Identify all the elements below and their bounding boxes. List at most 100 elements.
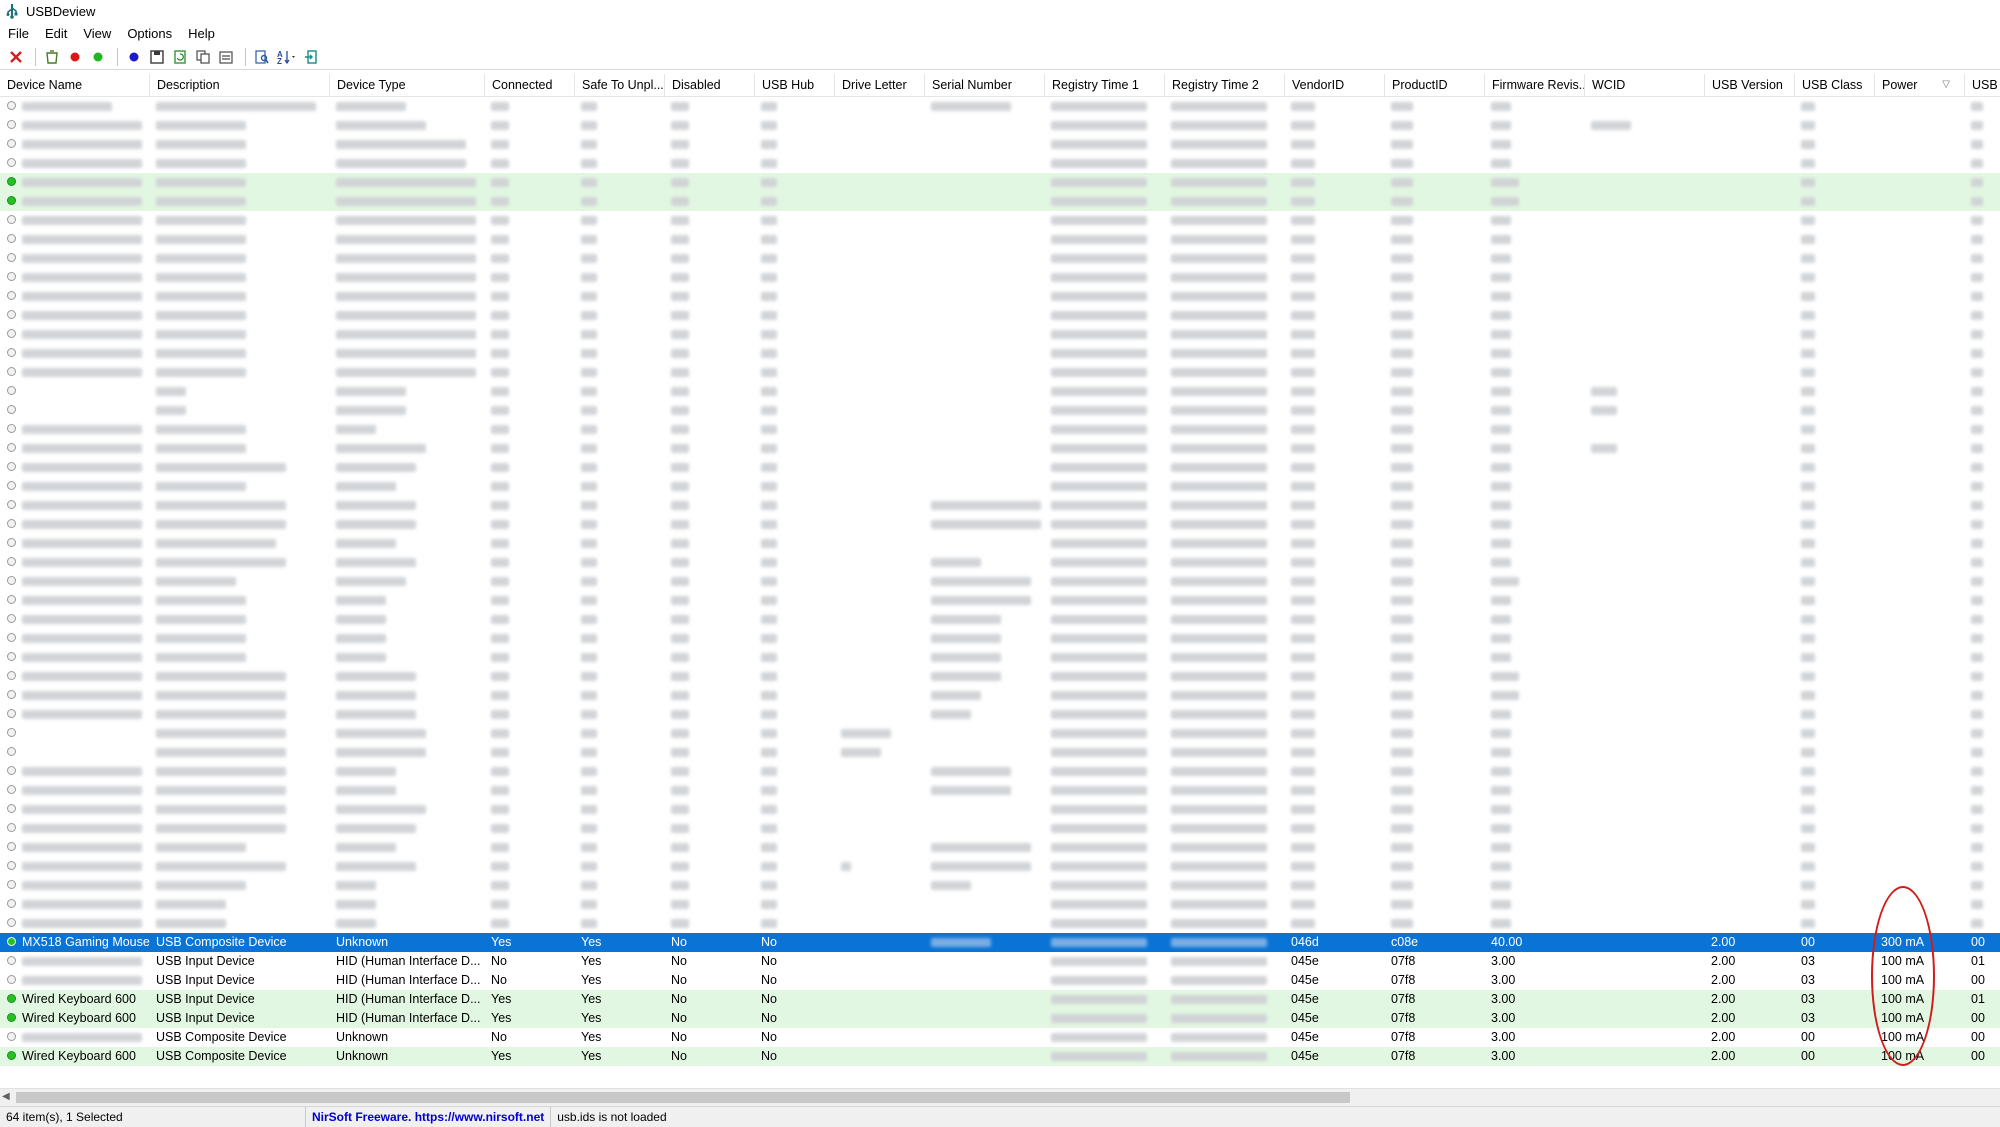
menu-view[interactable]: View bbox=[75, 26, 119, 41]
table-row[interactable] bbox=[0, 420, 2000, 439]
menu-edit[interactable]: Edit bbox=[37, 26, 75, 41]
column-header-15[interactable]: USB Version bbox=[1705, 74, 1795, 96]
column-header-8[interactable]: Serial Number bbox=[925, 74, 1045, 96]
table-row[interactable] bbox=[0, 363, 2000, 382]
table-row[interactable] bbox=[0, 914, 2000, 933]
table-row[interactable] bbox=[0, 192, 2000, 211]
column-header-12[interactable]: ProductID bbox=[1385, 74, 1485, 96]
table-row[interactable] bbox=[0, 591, 2000, 610]
table-cell bbox=[755, 781, 835, 800]
table-row[interactable] bbox=[0, 705, 2000, 724]
table-cell bbox=[1795, 914, 1875, 933]
table-row[interactable] bbox=[0, 306, 2000, 325]
table-row[interactable] bbox=[0, 97, 2000, 116]
table-row[interactable] bbox=[0, 895, 2000, 914]
table-row[interactable] bbox=[0, 439, 2000, 458]
table-row[interactable] bbox=[0, 496, 2000, 515]
column-header-7[interactable]: Drive Letter bbox=[835, 74, 925, 96]
table-row[interactable] bbox=[0, 819, 2000, 838]
device-table[interactable]: Device Name Description Device Type Connect… bbox=[0, 74, 2000, 1088]
table-row[interactable] bbox=[0, 686, 2000, 705]
table-row[interactable] bbox=[0, 743, 2000, 762]
table-row[interactable] bbox=[0, 648, 2000, 667]
exit-button[interactable] bbox=[302, 47, 322, 67]
nirsoft-link[interactable]: NirSoft Freeware. https://www.nirsoft.ne… bbox=[306, 1107, 552, 1127]
column-header-3[interactable]: Connected bbox=[485, 74, 575, 96]
table-row[interactable]: USB Input Device HID (Human Interface D..… bbox=[0, 971, 2000, 990]
table-row[interactable] bbox=[0, 629, 2000, 648]
table-cell bbox=[1385, 667, 1485, 686]
table-cell bbox=[0, 610, 150, 629]
table-row[interactable] bbox=[0, 135, 2000, 154]
table-row[interactable] bbox=[0, 724, 2000, 743]
sort-button[interactable]: AZ bbox=[275, 47, 299, 67]
column-header-13[interactable]: Firmware Revis... bbox=[1485, 74, 1585, 96]
menu-help[interactable]: Help bbox=[180, 26, 223, 41]
table-row[interactable] bbox=[0, 477, 2000, 496]
table-cell bbox=[1705, 591, 1795, 610]
table-row[interactable]: MX518 Gaming Mouse USB Composite Device Un… bbox=[0, 933, 2000, 952]
table-row[interactable] bbox=[0, 572, 2000, 591]
horizontal-scrollbar[interactable]: ◀ bbox=[0, 1088, 2000, 1106]
disable-button[interactable] bbox=[65, 47, 85, 67]
table-row[interactable] bbox=[0, 268, 2000, 287]
enable-button[interactable] bbox=[88, 47, 108, 67]
table-row[interactable] bbox=[0, 154, 2000, 173]
table-row[interactable] bbox=[0, 382, 2000, 401]
table-row[interactable] bbox=[0, 116, 2000, 135]
column-header-2[interactable]: Device Type bbox=[330, 74, 485, 96]
table-row[interactable]: USB Composite Device Unknown No Yes No No 045e… bbox=[0, 1028, 2000, 1047]
menu-file[interactable]: File bbox=[0, 26, 37, 41]
disconnect-button[interactable] bbox=[6, 47, 26, 67]
refresh-button[interactable] bbox=[170, 47, 190, 67]
table-row[interactable] bbox=[0, 211, 2000, 230]
save-button[interactable] bbox=[147, 47, 167, 67]
column-header-4[interactable]: Safe To Unpl... bbox=[575, 74, 665, 96]
table-row[interactable] bbox=[0, 401, 2000, 420]
scroll-left-arrow-icon[interactable]: ◀ bbox=[2, 1091, 14, 1103]
column-header-6[interactable]: USB Hub bbox=[755, 74, 835, 96]
column-header-11[interactable]: VendorID bbox=[1285, 74, 1385, 96]
menu-options[interactable]: Options bbox=[119, 26, 180, 41]
table-row[interactable] bbox=[0, 857, 2000, 876]
column-header-1[interactable]: Description bbox=[150, 74, 330, 96]
uninstall-button[interactable] bbox=[42, 47, 62, 67]
table-row[interactable] bbox=[0, 249, 2000, 268]
column-header-5[interactable]: Disabled bbox=[665, 74, 755, 96]
table-row[interactable] bbox=[0, 838, 2000, 857]
table-row[interactable]: USB Input Device HID (Human Interface D..… bbox=[0, 952, 2000, 971]
column-header-14[interactable]: WCID bbox=[1585, 74, 1705, 96]
table-row[interactable] bbox=[0, 173, 2000, 192]
table-row[interactable]: Wired Keyboard 600 USB Input Device HID (H… bbox=[0, 1009, 2000, 1028]
table-cell: 3.00 bbox=[1491, 973, 1516, 987]
column-header-17[interactable]: Power ▽ bbox=[1875, 74, 1965, 96]
table-row[interactable] bbox=[0, 230, 2000, 249]
copy-button[interactable] bbox=[193, 47, 213, 67]
column-header-0[interactable]: Device Name bbox=[0, 74, 150, 96]
redacted-text bbox=[1291, 349, 1315, 359]
table-row[interactable] bbox=[0, 876, 2000, 895]
scrollbar-thumb[interactable] bbox=[16, 1092, 1350, 1103]
table-row[interactable]: Wired Keyboard 600 USB Composite Device Un… bbox=[0, 1047, 2000, 1066]
table-row[interactable] bbox=[0, 458, 2000, 477]
table-row[interactable] bbox=[0, 515, 2000, 534]
column-header-16[interactable]: USB Class bbox=[1795, 74, 1875, 96]
table-row[interactable] bbox=[0, 667, 2000, 686]
table-row[interactable] bbox=[0, 534, 2000, 553]
table-cell bbox=[755, 648, 835, 667]
table-row[interactable] bbox=[0, 344, 2000, 363]
column-header-9[interactable]: Registry Time 1 bbox=[1045, 74, 1165, 96]
table-row[interactable] bbox=[0, 762, 2000, 781]
column-header-10[interactable]: Registry Time 2 bbox=[1165, 74, 1285, 96]
properties-button[interactable] bbox=[216, 47, 236, 67]
table-row[interactable] bbox=[0, 800, 2000, 819]
table-row[interactable] bbox=[0, 610, 2000, 629]
find-button[interactable] bbox=[252, 47, 272, 67]
column-header-18[interactable]: USB Su bbox=[1965, 74, 2000, 96]
table-row[interactable] bbox=[0, 325, 2000, 344]
enable-disable-button[interactable] bbox=[124, 47, 144, 67]
table-row[interactable]: Wired Keyboard 600 USB Input Device HID (H… bbox=[0, 990, 2000, 1009]
table-row[interactable] bbox=[0, 781, 2000, 800]
table-row[interactable] bbox=[0, 553, 2000, 572]
table-row[interactable] bbox=[0, 287, 2000, 306]
